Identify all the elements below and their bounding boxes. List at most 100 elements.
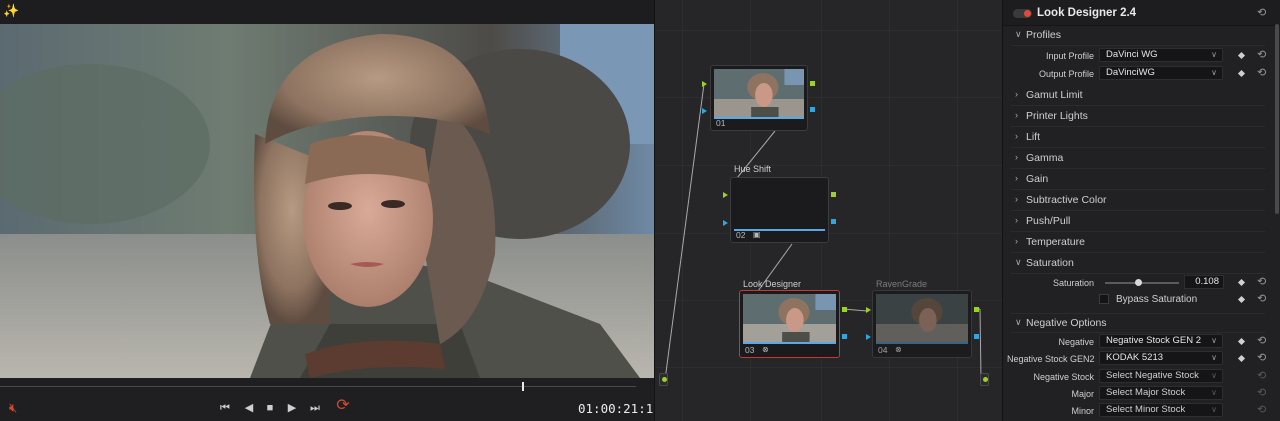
node-03-rgb-output[interactable] (842, 307, 847, 312)
negative-select[interactable]: Negative Stock GEN 2 ∨ (1099, 334, 1223, 348)
saturation-slider-handle[interactable] (1135, 279, 1142, 286)
scrubber-track[interactable] (0, 386, 636, 387)
source-input-port[interactable] (659, 373, 668, 386)
loop-icon[interactable]: ⟳ (334, 397, 352, 415)
reset-icon[interactable]: ⟲ (1257, 276, 1266, 288)
section-gamma[interactable]: › Gamma (1011, 149, 1265, 169)
jump-to-end-icon[interactable]: ⏭︎ (306, 399, 324, 417)
section-saturation[interactable]: ∨ Saturation (1011, 254, 1265, 274)
negative-stock-gen2-select[interactable]: KODAK 5213 ∨ (1099, 351, 1223, 365)
viewer-frame[interactable] (0, 24, 654, 378)
chevron-right-icon: › (1015, 89, 1018, 99)
effect-icon: ▣ (753, 230, 761, 239)
jump-to-start-icon[interactable]: ⏮︎ (216, 399, 234, 417)
node-thumbnail (876, 294, 968, 342)
section-printer-lights[interactable]: › Printer Lights (1011, 107, 1265, 127)
toggle-indicator (1024, 10, 1031, 17)
node-output-bar (714, 117, 804, 119)
magic-wand-icon[interactable]: ✨ (3, 3, 19, 19)
section-subtractive-color[interactable]: › Subtractive Color (1011, 191, 1265, 211)
node-02[interactable]: 02 ▣ (730, 177, 829, 243)
grid-line (655, 97, 1002, 98)
section-lift[interactable]: › Lift (1011, 128, 1265, 148)
node-03[interactable]: 03 ⊗ (739, 290, 840, 358)
keyframe-icon[interactable] (1237, 354, 1246, 363)
node-04[interactable]: 04 ⊗ (872, 290, 972, 358)
reset-icon[interactable]: ⟲ (1257, 404, 1266, 416)
chevron-right-icon: › (1015, 194, 1018, 204)
section-gain[interactable]: › Gain (1011, 170, 1265, 190)
node-02-rgb-input[interactable] (723, 192, 728, 198)
keyframe-icon[interactable] (1237, 278, 1246, 287)
chevron-right-icon: › (1015, 173, 1018, 183)
node-output-bar (734, 229, 825, 231)
chevron-down-icon: ∨ (1015, 29, 1022, 39)
play-reverse-icon[interactable]: ◀︎ (240, 399, 258, 417)
reset-icon[interactable]: ⟲ (1257, 352, 1266, 364)
select-value: Negative Stock GEN 2 (1106, 335, 1202, 346)
keyframe-icon[interactable] (1237, 337, 1246, 346)
node-01[interactable]: 01 (710, 65, 808, 131)
port-dot (983, 377, 988, 382)
keyframe-icon[interactable] (1237, 69, 1246, 78)
grid-line (682, 0, 683, 421)
section-profiles[interactable]: ∨ Profiles (1011, 26, 1265, 46)
timeline-scrubber[interactable] (0, 378, 654, 396)
node-04-key-input[interactable] (866, 334, 871, 340)
negative-stock-gen2-label: Negative Stock GEN2 (1007, 354, 1095, 364)
inspector-scrollbar[interactable] (1275, 24, 1279, 214)
play-icon[interactable]: ▶︎ (283, 399, 301, 417)
reset-icon[interactable]: ⟲ (1257, 370, 1266, 382)
chevron-right-icon: › (1015, 110, 1018, 120)
major-stock-select[interactable]: Select Major Stock ∨ (1099, 386, 1223, 400)
select-value: KODAK 5213 (1106, 352, 1164, 363)
node-01-rgb-output[interactable] (810, 81, 815, 86)
bypass-saturation-checkbox[interactable] (1099, 294, 1109, 304)
reset-icon[interactable]: ⟲ (1257, 67, 1266, 79)
section-label: Saturation (1026, 257, 1074, 269)
effect-enable-toggle[interactable] (1013, 9, 1032, 18)
node-04-rgb-input[interactable] (866, 307, 871, 313)
select-value: Select Minor Stock (1106, 404, 1186, 415)
reset-icon[interactable]: ⟲ (1257, 49, 1266, 61)
mute-icon[interactable]: 🔇︎ (9, 400, 25, 416)
playhead[interactable] (522, 382, 524, 391)
input-profile-select[interactable]: DaVinci WG ∨ (1099, 48, 1223, 62)
minor-stock-select[interactable]: Select Minor Stock ∨ (1099, 403, 1223, 417)
section-gamut-limit[interactable]: › Gamut Limit (1011, 86, 1265, 106)
section-label: Subtractive Color (1026, 194, 1107, 206)
saturation-value-field[interactable]: 0.108 (1184, 275, 1224, 289)
reset-icon[interactable]: ⟲ (1257, 293, 1266, 305)
section-negative-options[interactable]: ∨ Negative Options (1011, 313, 1265, 333)
negative-label: Negative (1058, 337, 1094, 347)
node-04-rgb-output[interactable] (974, 307, 979, 312)
reset-all-icon[interactable]: ⟲ (1257, 7, 1266, 19)
chevron-right-icon: › (1015, 152, 1018, 162)
saturation-slider[interactable] (1105, 282, 1179, 284)
section-label: Profiles (1026, 29, 1062, 41)
output-port[interactable] (980, 373, 989, 386)
chevron-down-icon: ∨ (1211, 388, 1217, 397)
section-label: Lift (1026, 131, 1041, 143)
node-02-key-input[interactable] (723, 220, 728, 226)
negative-stock-select[interactable]: Select Negative Stock ∨ (1099, 369, 1223, 383)
keyframe-icon[interactable] (1237, 295, 1246, 304)
section-push-pull[interactable]: › Push/Pull (1011, 212, 1265, 232)
node-editor[interactable]: 01 Hue Shift 02 ▣ Look Designer 03 ⊗ Rav… (654, 0, 1002, 421)
node-01-rgb-input[interactable] (702, 81, 707, 87)
select-value: DaVinci WG (1106, 49, 1158, 60)
grid-line (655, 30, 1002, 31)
node-02-rgb-output[interactable] (831, 192, 836, 197)
node-01-key-output[interactable] (810, 107, 815, 112)
node-01-key-input[interactable] (702, 108, 707, 114)
section-temperature[interactable]: › Temperature (1011, 233, 1265, 253)
node-label: Hue Shift (734, 164, 772, 174)
reset-icon[interactable]: ⟲ (1257, 387, 1266, 399)
node-03-key-output[interactable] (842, 334, 847, 339)
node-04-key-output[interactable] (974, 334, 979, 339)
reset-icon[interactable]: ⟲ (1257, 335, 1266, 347)
output-profile-select[interactable]: DaVinciWG ∨ (1099, 66, 1223, 80)
stop-icon[interactable]: ■ (261, 399, 279, 417)
keyframe-icon[interactable] (1237, 51, 1246, 60)
node-02-key-output[interactable] (831, 219, 836, 224)
